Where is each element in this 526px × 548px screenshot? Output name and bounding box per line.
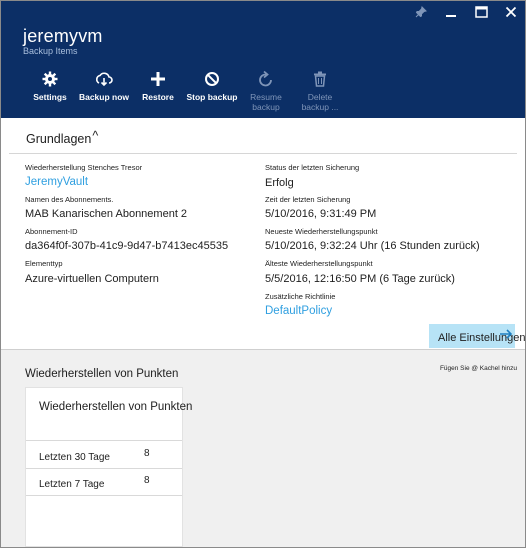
all-settings-button[interactable]: Alle Einstellungen bbox=[429, 324, 525, 348]
add-tile-hint[interactable]: Fügen Sie @ Kachel hinzu bbox=[440, 365, 517, 372]
pin-icon[interactable] bbox=[413, 5, 429, 19]
backup-now-button[interactable]: Backup now bbox=[77, 69, 131, 112]
plus-icon bbox=[150, 69, 166, 89]
close-icon[interactable] bbox=[503, 5, 519, 19]
command-bar: Settings Backup now Restore Stop backup … bbox=[23, 69, 347, 112]
backup-policy-link[interactable]: DefaultPolicy bbox=[265, 305, 332, 317]
restore-points-tile[interactable]: Wiederherstellen von Punkten Letzten 30 … bbox=[25, 387, 192, 547]
row-label: Letzten 30 Tage bbox=[39, 452, 110, 463]
chevron-up-icon: ^ bbox=[92, 129, 99, 143]
subscription-id-label: Abonnement-ID bbox=[25, 227, 78, 236]
cloud-backup-icon bbox=[95, 69, 113, 89]
settings-button[interactable]: Settings bbox=[23, 69, 77, 112]
row-value: 8 bbox=[144, 448, 150, 459]
restore-label: Restore bbox=[142, 92, 174, 102]
restore-points-heading: Wiederherstellen von Punkten bbox=[25, 368, 179, 380]
settings-label: Settings bbox=[33, 92, 67, 102]
arrow-right-icon bbox=[500, 329, 513, 339]
tile-divider bbox=[26, 495, 182, 496]
essentials-toggle[interactable]: Grundlagen^ bbox=[26, 129, 99, 146]
stop-backup-label: Stop backup bbox=[186, 92, 238, 102]
blade-header: jeremyvm Backup Items Settings Backup no… bbox=[1, 1, 525, 118]
oldest-restore-point-value: 5/5/2016, 12:16:50 PM (6 Tage zurück) bbox=[265, 273, 455, 285]
backup-policy-label: Zusätzliche Richtlinie bbox=[265, 292, 336, 301]
last-status-value: Erfolg bbox=[265, 177, 294, 189]
newest-restore-point-label: Neueste Wiederherstellungspunkt bbox=[265, 227, 378, 236]
tile-divider bbox=[26, 468, 182, 469]
last-status-label: Status der letzten Sicherung bbox=[265, 163, 360, 172]
table-row[interactable]: Letzten 7 Tage 8 bbox=[26, 470, 182, 496]
row-value: 8 bbox=[144, 475, 150, 486]
delete-backup-label: Delete backup ... bbox=[301, 92, 339, 112]
last-backup-time-label: Zeit der letzten Sicherung bbox=[265, 195, 351, 204]
subscription-name-value: MAB Kanarischen Abonnement 2 bbox=[25, 208, 188, 220]
essentials-heading: Grundlagen bbox=[26, 132, 92, 146]
table-row[interactable]: Letzten 30 Tage 8 bbox=[26, 443, 182, 469]
resume-backup-button[interactable]: Resume backup bbox=[239, 69, 293, 112]
stop-backup-button[interactable]: Stop backup bbox=[185, 69, 239, 112]
stop-icon bbox=[204, 69, 220, 89]
vault-link[interactable]: JeremyVault bbox=[25, 176, 88, 188]
refresh-icon bbox=[258, 69, 274, 89]
restore-points-section: Wiederherstellen von Punkten Fügen Sie @… bbox=[1, 349, 525, 547]
newest-restore-point-value: 5/10/2016, 9:32:24 Uhr (16 Stunden zurüc… bbox=[265, 240, 480, 252]
minimize-icon[interactable] bbox=[443, 5, 459, 19]
delete-backup-button[interactable]: Delete backup ... bbox=[293, 69, 347, 112]
gear-icon bbox=[42, 69, 58, 89]
row-label: Letzten 7 Tage bbox=[39, 479, 105, 490]
tile-divider bbox=[26, 440, 182, 441]
backup-now-label: Backup now bbox=[78, 92, 130, 102]
maximize-icon[interactable] bbox=[473, 5, 489, 19]
essentials-divider bbox=[9, 153, 517, 154]
blade-title: jeremyvm bbox=[23, 26, 103, 46]
subscription-id-value: da364f0f-307b-41c9-9d47-b7413ec45535 bbox=[25, 240, 229, 252]
oldest-restore-point-label: Älteste Wiederherstellungspunkt bbox=[265, 259, 373, 268]
last-backup-time-value: 5/10/2016, 9:31:49 PM bbox=[265, 208, 377, 220]
resume-backup-label: Resume backup bbox=[250, 92, 282, 112]
vault-label: Wiederherstellung Stenches Tresor bbox=[25, 163, 143, 172]
window-controls bbox=[413, 5, 519, 19]
subscription-name-label: Namen des Abonnements. bbox=[25, 195, 114, 204]
blade-subtitle: Backup Items bbox=[23, 46, 78, 56]
tile-title: Wiederherstellen von Punkten bbox=[39, 401, 193, 413]
backup-item-blade: jeremyvm Backup Items Settings Backup no… bbox=[0, 0, 526, 548]
item-type-label: Elementtyp bbox=[25, 259, 63, 268]
item-type-value: Azure-virtuellen Computern bbox=[25, 273, 159, 285]
restore-button[interactable]: Restore bbox=[131, 69, 185, 112]
trash-icon bbox=[313, 69, 327, 89]
